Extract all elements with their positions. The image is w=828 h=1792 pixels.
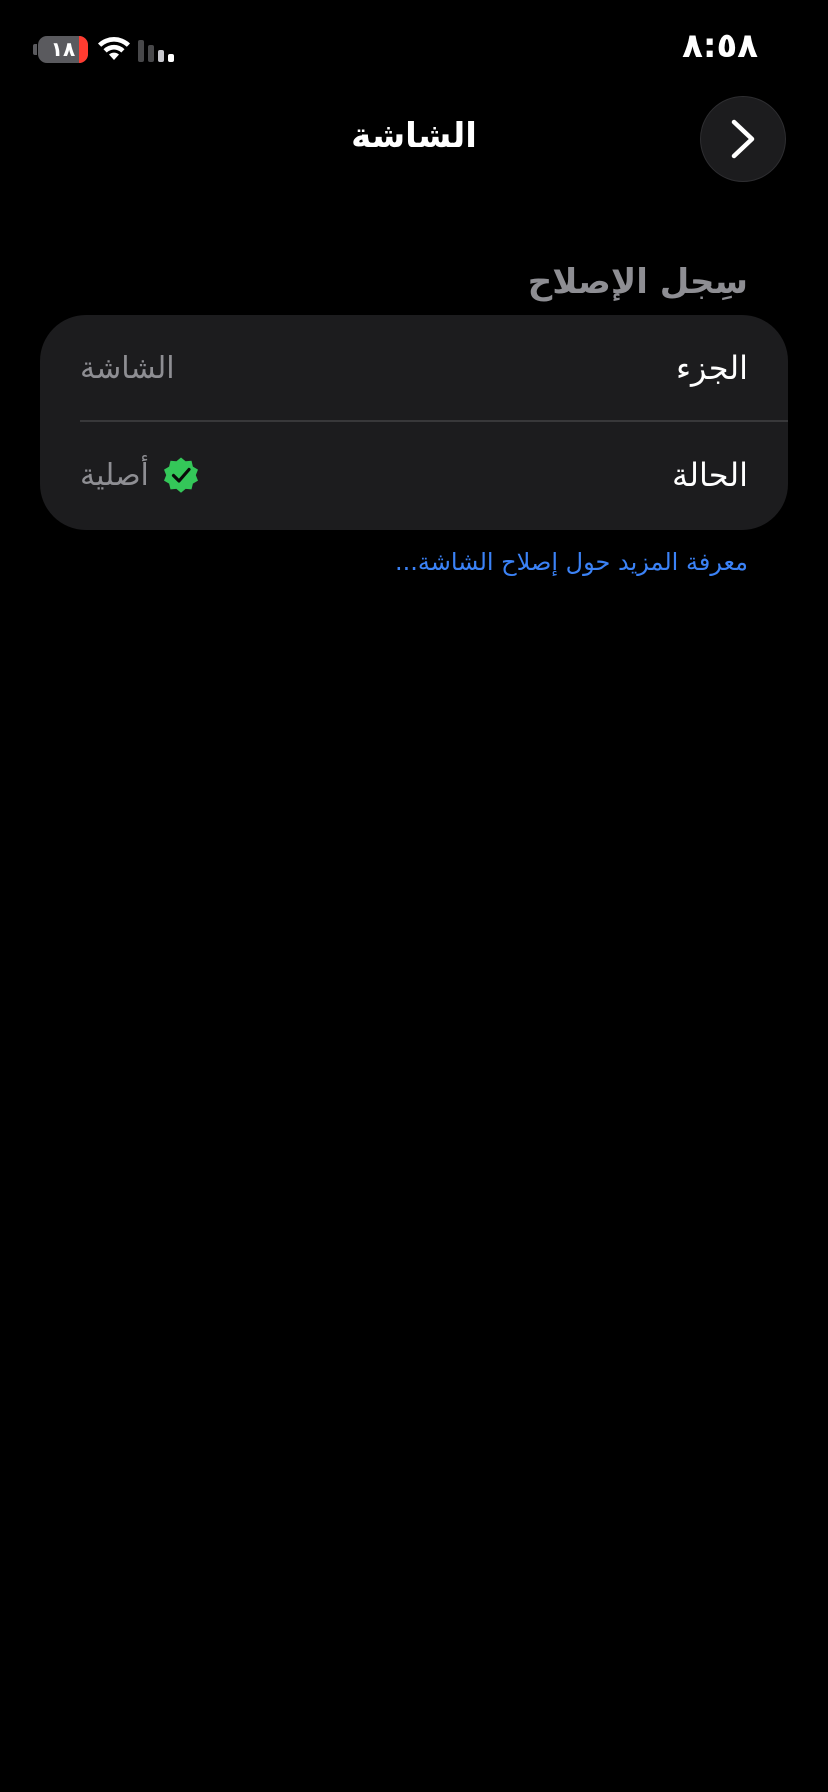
status-time: ٨:٥٨ xyxy=(682,26,758,66)
status-value-text: أصلية xyxy=(80,457,149,493)
part-row: الشاشة الجزء xyxy=(80,315,748,421)
verified-badge-icon xyxy=(163,457,198,493)
learn-more-link[interactable]: معرفة المزيد حول إصلاح الشاشة... xyxy=(395,548,748,576)
status-bar: ١٨ ٨:٥٨ xyxy=(0,0,828,100)
part-value-text: الشاشة xyxy=(80,350,175,386)
section-header: سِجل الإصلاح xyxy=(527,262,748,302)
chevron-right-icon xyxy=(731,119,755,159)
part-value: الشاشة xyxy=(80,351,175,386)
battery-icon: ١٨ xyxy=(38,36,88,63)
status-label: الحالة xyxy=(672,456,748,494)
status-row: أصلية الحالة xyxy=(80,422,748,528)
battery-level: ١٨ xyxy=(50,37,76,61)
battery-cap xyxy=(33,44,37,55)
wifi-icon xyxy=(98,37,130,60)
part-label: الجزء xyxy=(676,349,748,387)
back-button[interactable] xyxy=(700,96,786,182)
status-value: أصلية xyxy=(80,455,201,495)
signal-icon xyxy=(138,40,174,62)
repair-history-card: الشاشة الجزء أصلية الحالة xyxy=(40,315,788,530)
